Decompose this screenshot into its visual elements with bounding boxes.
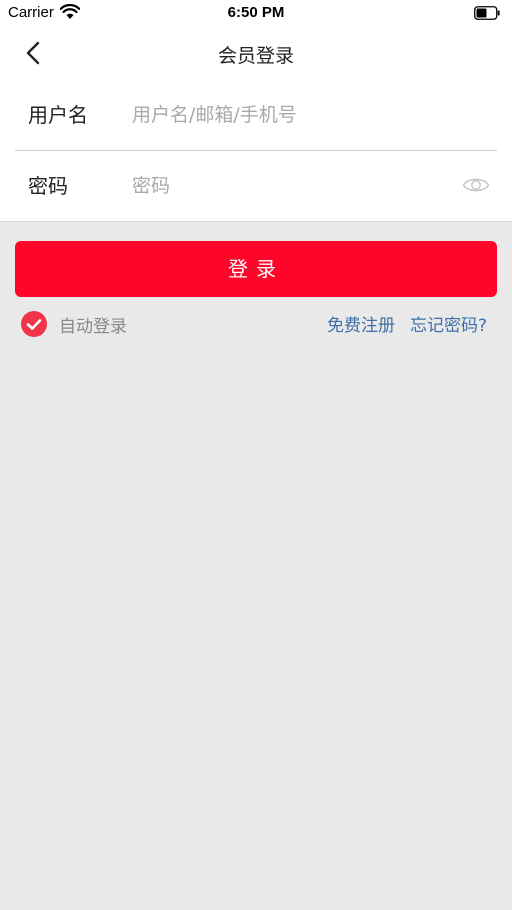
- checkmark-icon[interactable]: [21, 311, 47, 337]
- login-form: 用户名 密码: [0, 80, 512, 222]
- username-label: 用户名: [28, 103, 88, 127]
- username-row: 用户名: [0, 80, 512, 151]
- register-link[interactable]: 免费注册: [327, 311, 395, 336]
- password-label: 密码: [28, 174, 68, 198]
- username-input[interactable]: [132, 100, 442, 130]
- forgot-password-link[interactable]: 忘记密码?: [410, 311, 487, 336]
- navigation-bar: 会员登录: [0, 26, 512, 80]
- status-bar: Carrier 6:50 PM: [0, 0, 512, 26]
- clock-time: 6:50 PM: [227, 4, 285, 21]
- page-title: 会员登录: [217, 45, 294, 67]
- battery-icon: [474, 6, 500, 20]
- password-row: 密码: [0, 151, 512, 221]
- login-button[interactable]: 登录: [15, 241, 497, 297]
- eye-icon[interactable]: [462, 175, 490, 195]
- password-input[interactable]: [132, 171, 442, 201]
- auto-login-label: 自动登录: [59, 317, 127, 337]
